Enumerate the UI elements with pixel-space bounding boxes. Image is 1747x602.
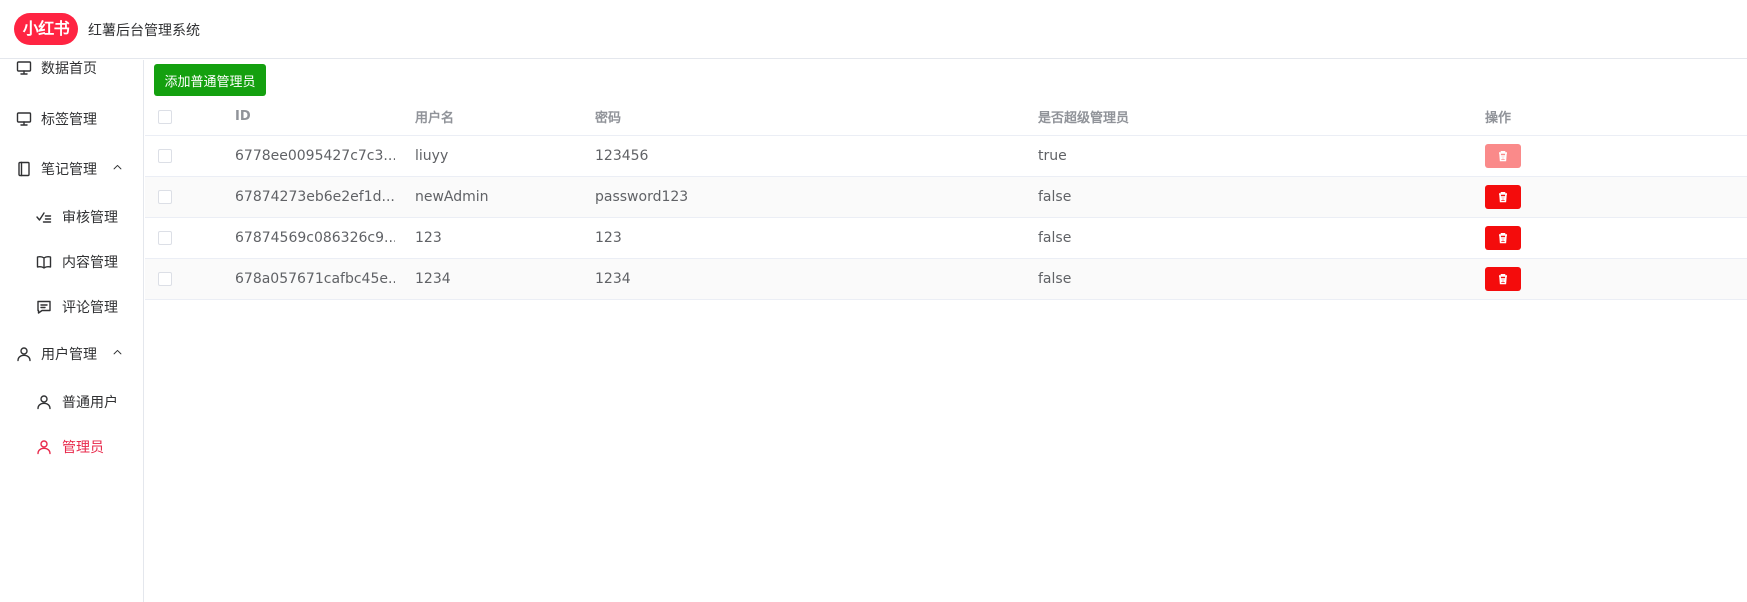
row-checkbox-cell — [158, 177, 178, 217]
sidebar-item-label: 数据首页 — [41, 61, 97, 77]
delete-button[interactable] — [1485, 267, 1521, 291]
row-checkbox[interactable] — [158, 149, 172, 163]
column-header-is-super[interactable]: 是否超级管理员 — [1038, 98, 1338, 135]
sidebar-item-label: 管理员 — [62, 440, 104, 456]
sidebar-item-content[interactable]: 内容管理 — [0, 237, 143, 287]
sidebar-item-label: 笔记管理 — [41, 162, 97, 178]
cell-password: password123 — [595, 189, 689, 205]
table-row: 6778ee0095427c7c3... liuyy 123456 true — [145, 136, 1747, 177]
row-checkbox-cell — [158, 136, 178, 176]
add-admin-button[interactable]: 添加普通管理员 — [154, 64, 266, 96]
trash-icon — [1499, 274, 1507, 285]
cell-username: newAdmin — [415, 189, 489, 205]
cell-actions — [1485, 177, 1605, 217]
user-icon — [35, 393, 53, 411]
header-checkbox-cell — [158, 98, 178, 135]
user-icon — [35, 438, 53, 456]
cell-is-super: false — [1038, 271, 1072, 287]
select-all-checkbox[interactable] — [158, 109, 172, 124]
delete-button[interactable] — [1485, 185, 1521, 209]
chevron-up-icon — [112, 347, 123, 361]
column-header-password[interactable]: 密码 — [595, 98, 895, 135]
trash-icon — [1499, 233, 1507, 244]
table-row: 678a057671cafbc45e... 1234 1234 false — [145, 259, 1747, 300]
cell-password: 1234 — [595, 271, 631, 287]
trash-icon — [1499, 192, 1507, 203]
cell-username: 123 — [415, 230, 442, 246]
cell-id: 67874569c086326c9... — [235, 230, 395, 246]
sidebar-item-label: 审核管理 — [62, 210, 118, 226]
sidebar-item-dashboard[interactable]: 数据首页 — [0, 43, 143, 93]
cell-is-super: true — [1038, 148, 1067, 164]
sidebar-item-label: 普通用户 — [62, 395, 118, 411]
column-header-username[interactable]: 用户名 — [415, 98, 575, 135]
cell-username: liuyy — [415, 148, 449, 164]
sidebar-item-tags[interactable]: 标签管理 — [0, 94, 143, 144]
row-checkbox[interactable] — [158, 272, 172, 286]
sidebar-item-review[interactable]: 审核管理 — [0, 192, 143, 242]
check-list-icon — [35, 208, 53, 226]
cell-id: 6778ee0095427c7c3... — [235, 148, 395, 164]
sidebar-item-regular-users[interactable]: 普通用户 — [0, 377, 143, 427]
cell-is-super: false — [1038, 189, 1072, 205]
app-title: 红薯后台管理系统 — [88, 23, 200, 39]
cell-actions — [1485, 259, 1605, 299]
user-icon — [15, 345, 33, 363]
monitor-icon — [15, 110, 33, 128]
row-checkbox[interactable] — [158, 190, 172, 204]
cell-password: 123 — [595, 230, 622, 246]
chevron-up-icon — [112, 162, 123, 176]
cell-actions — [1485, 218, 1605, 258]
notebook-icon — [15, 160, 33, 178]
sidebar-item-users[interactable]: 用户管理 — [0, 329, 143, 379]
sidebar-item-label: 用户管理 — [41, 347, 97, 363]
cell-username: 1234 — [415, 271, 451, 287]
table-header-row: ID 用户名 密码 是否超级管理员 操作 — [145, 98, 1747, 136]
brand-logo[interactable]: 小红书 — [14, 13, 78, 45]
sidebar-item-admins[interactable]: 管理员 — [0, 422, 143, 472]
admin-table: ID 用户名 密码 是否超级管理员 操作 6778ee0095427c7c3..… — [145, 98, 1747, 300]
cell-is-super: false — [1038, 230, 1072, 246]
main-content: 添加普通管理员 ID 用户名 密码 是否超级管理员 操作 6778ee00954… — [145, 60, 1747, 602]
top-header: 小红书 红薯后台管理系统 — [0, 0, 1747, 59]
delete-button[interactable] — [1485, 144, 1521, 168]
table-row: 67874273eb6e2ef1d... newAdmin password12… — [145, 177, 1747, 218]
sidebar-item-label: 内容管理 — [62, 255, 118, 271]
sidebar-item-notes[interactable]: 笔记管理 — [0, 144, 143, 194]
book-icon — [35, 253, 53, 271]
delete-button[interactable] — [1485, 226, 1521, 250]
cell-actions — [1485, 136, 1605, 176]
row-checkbox-cell — [158, 259, 178, 299]
sidebar-item-comments[interactable]: 评论管理 — [0, 282, 143, 332]
cell-id: 67874273eb6e2ef1d... — [235, 189, 395, 205]
cell-password: 123456 — [595, 148, 649, 164]
cell-id: 678a057671cafbc45e... — [235, 271, 395, 287]
row-checkbox-cell — [158, 218, 178, 258]
comment-icon — [35, 298, 53, 316]
sidebar-item-label: 标签管理 — [41, 112, 97, 128]
sidebar-item-label: 评论管理 — [62, 300, 118, 316]
row-checkbox[interactable] — [158, 231, 172, 245]
sidebar-menu: 数据首页 标签管理 笔记管理 审核管理 内容管理 评论管理 用户管理 普通用户 … — [0, 60, 144, 602]
column-header-actions: 操作 — [1485, 111, 1512, 126]
table-row: 67874569c086326c9... 123 123 false — [145, 218, 1747, 259]
column-header-id[interactable]: ID — [235, 98, 395, 135]
monitor-icon — [15, 59, 33, 77]
trash-icon — [1499, 151, 1507, 162]
